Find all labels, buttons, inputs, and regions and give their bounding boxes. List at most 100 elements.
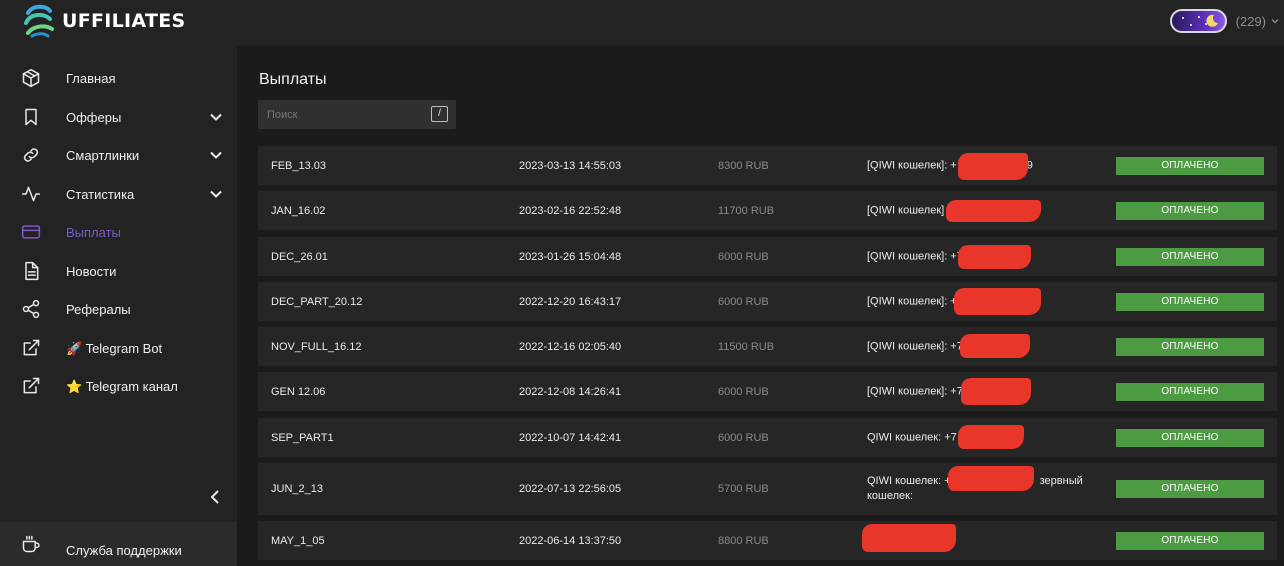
redaction-mark	[960, 334, 1030, 358]
chevron-left-icon	[210, 490, 219, 504]
payout-amount: 6000 RUB	[718, 385, 769, 398]
document-icon	[20, 260, 42, 282]
sidebar-item-label: Главная	[66, 71, 116, 86]
user-widget[interactable]: (229)	[1169, 9, 1280, 33]
chevron-down-icon[interactable]	[209, 187, 223, 201]
table-row[interactable]: SEP_PART1 2022-10-07 14:42:41 6000 RUB Q…	[258, 418, 1277, 457]
logo-mark-icon	[24, 4, 54, 38]
status-badge: ОПЛАЧЕНО	[1116, 292, 1264, 311]
redaction-mark	[954, 288, 1041, 315]
table-row[interactable]: JAN_16.02 2023-02-16 22:52:48 11700 RUB …	[258, 191, 1277, 230]
payout-date: 2022-10-07 14:42:41	[519, 431, 622, 444]
table-row[interactable]: DEC_26.01 2023-01-26 15:04:48 6000 RUB […	[258, 237, 1277, 276]
theme-toggle[interactable]	[1169, 9, 1227, 33]
search-shortcut-key: /	[431, 106, 448, 122]
search-box[interactable]: /	[258, 100, 456, 129]
sidebar-item-label: Смартлинки	[66, 148, 140, 163]
payout-name: DEC_PART_20.12	[271, 295, 363, 308]
sidebar-item-smartlinks[interactable]: Смартлинки	[0, 136, 237, 174]
sidebar-item-label: Новости	[66, 264, 117, 279]
payout-amount: 5700 RUB	[718, 483, 769, 495]
payout-date: 2022-12-08 14:26:41	[519, 385, 622, 398]
payout-name: JUN_2_13	[271, 483, 323, 495]
table-row[interactable]: DEC_PART_20.12 2022-12-20 16:43:17 6000 …	[258, 282, 1277, 321]
page-title: Выплаты	[259, 71, 327, 88]
support-button[interactable]: Служба поддержки	[0, 522, 237, 566]
table-row[interactable]: MAY_1_05 2022-06-14 13:37:50 8800 RUB ОП…	[258, 521, 1277, 560]
payout-date: 2023-02-16 22:52:48	[519, 204, 622, 217]
payout-date: 2023-03-13 14:55:03	[519, 159, 622, 172]
sidebar-item-label: Рефералы	[66, 302, 131, 317]
sidebar-item-payouts[interactable]: Выплаты	[0, 213, 237, 251]
redaction-mark	[948, 466, 1034, 491]
chevron-down-icon[interactable]	[209, 110, 223, 124]
star-icon	[1181, 17, 1184, 19]
table-row[interactable]: JUN_2_13 2022-07-13 22:56:05 5700 RUB QI…	[258, 463, 1277, 515]
sidebar: Главная Офферы Смартлинки Статистика Вып…	[0, 46, 237, 566]
status-badge: ОПЛАЧЕНО	[1116, 156, 1264, 175]
wallet-text: [QIWI кошелек]: +	[867, 159, 957, 171]
bookmark-icon	[20, 106, 42, 128]
redaction-mark	[958, 153, 1028, 180]
search-input[interactable]	[258, 100, 428, 129]
sidebar-item-news[interactable]: Новости	[0, 252, 237, 290]
payout-date: 2022-07-13 22:56:05	[519, 483, 622, 495]
wallet-text-line2: кошелек:	[867, 490, 914, 502]
chevron-down-icon[interactable]	[1270, 16, 1280, 26]
activity-icon	[20, 183, 42, 205]
collapse-sidebar-button[interactable]	[207, 488, 225, 506]
payout-name: FEB_13.03	[271, 159, 327, 172]
sidebar-item-home[interactable]: Главная	[0, 59, 237, 97]
sidebar-item-offers[interactable]: Офферы	[0, 98, 237, 136]
payout-amount: 8300 RUB	[718, 159, 769, 172]
payout-amount: 11500 RUB	[718, 340, 775, 353]
star-icon	[1189, 24, 1192, 26]
top-bar: UFFILIATES (229)	[0, 0, 1284, 46]
sidebar-item-referrals[interactable]: Рефералы	[0, 290, 237, 328]
status-badge: ОПЛАЧЕНО	[1116, 480, 1264, 498]
logo[interactable]: UFFILIATES	[22, 3, 186, 39]
payout-amount: 11700 RUB	[718, 204, 775, 217]
logo-text: UFFILIATES	[62, 10, 186, 32]
cube-icon	[20, 67, 42, 89]
payout-amount: 6000 RUB	[718, 295, 769, 308]
payout-name: SEP_PART1	[271, 431, 334, 444]
status-badge: ОПЛАЧЕНО	[1116, 428, 1264, 447]
redaction-mark	[946, 200, 1041, 222]
payout-date: 2022-12-16 02:05:40	[519, 340, 622, 353]
sidebar-item-statistics[interactable]: Статистика	[0, 175, 237, 213]
share-icon	[20, 298, 42, 320]
payout-amount: 6000 RUB	[718, 431, 769, 444]
redaction-mark	[958, 245, 1031, 269]
table-row[interactable]: NOV_FULL_16.12 2022-12-16 02:05:40 11500…	[258, 327, 1277, 366]
status-badge: ОПЛАЧЕНО	[1116, 531, 1264, 550]
wallet-text: QIWI кошелек: +	[867, 475, 951, 487]
payout-name: GEN 12.06	[271, 385, 326, 398]
credit-card-icon	[20, 221, 42, 243]
status-badge: ОПЛАЧЕНО	[1116, 247, 1264, 266]
payout-name: JAN_16.02	[271, 204, 326, 217]
link-icon	[20, 144, 42, 166]
table-row[interactable]: GEN 12.06 2022-12-08 14:26:41 6000 RUB […	[258, 372, 1277, 411]
payout-amount: 8800 RUB	[718, 534, 769, 547]
payout-date: 2022-06-14 13:37:50	[519, 534, 622, 547]
external-link-icon	[20, 375, 42, 397]
sidebar-item-label: Выплаты	[66, 225, 121, 240]
redaction-mark	[862, 524, 956, 552]
status-badge: ОПЛАЧЕНО	[1116, 201, 1264, 220]
sidebar-item-telegram-channel[interactable]: ⭐ Telegram канал	[0, 367, 237, 405]
chevron-down-icon[interactable]	[209, 148, 223, 162]
payout-name: NOV_FULL_16.12	[271, 340, 362, 353]
status-badge: ОПЛАЧЕНО	[1116, 382, 1264, 401]
payout-name: MAY_1_05	[271, 534, 325, 547]
payout-date: 2022-12-20 16:43:17	[519, 295, 622, 308]
sidebar-item-label: Статистика	[66, 187, 135, 202]
payout-amount: 6000 RUB	[718, 250, 769, 263]
table-row[interactable]: FEB_13.03 2023-03-13 14:55:03 8300 RUB […	[258, 146, 1277, 185]
star-icon	[1197, 16, 1200, 18]
redaction-mark	[958, 425, 1024, 449]
sidebar-item-label: ⭐ Telegram канал	[66, 379, 178, 394]
payout-name: DEC_26.01	[271, 250, 328, 263]
sidebar-item-telegram-bot[interactable]: 🚀 Telegram Bot	[0, 329, 237, 367]
redaction-mark	[961, 378, 1031, 405]
